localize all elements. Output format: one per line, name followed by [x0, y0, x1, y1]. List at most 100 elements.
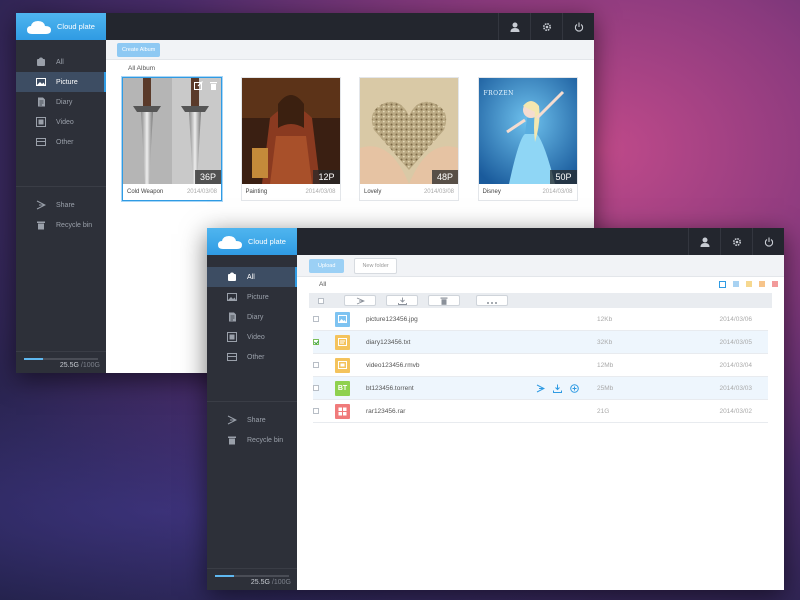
- user-button[interactable]: [688, 228, 720, 255]
- user-button[interactable]: [498, 13, 530, 40]
- album-card-painting[interactable]: 12P Painting 2014/03/08: [240, 77, 341, 201]
- sidebar-item-all[interactable]: All: [207, 267, 297, 287]
- delete-selected-button[interactable]: [428, 295, 460, 306]
- video-icon: [227, 332, 237, 342]
- share-icon[interactable]: [535, 383, 545, 393]
- sidebar-item-share[interactable]: Share: [16, 195, 106, 215]
- view-option-4[interactable]: [759, 281, 765, 287]
- settings-button[interactable]: [720, 228, 752, 255]
- sidebar-item-picture[interactable]: Picture: [207, 287, 297, 307]
- file-manager-window: Cloud plate All Picture Diary Video Othe…: [207, 228, 784, 590]
- more-icon: [486, 292, 498, 310]
- download-icon[interactable]: [552, 383, 562, 393]
- sidebar: Cloud plate All Picture Diary Video Othe…: [207, 228, 297, 590]
- album-card-lovely[interactable]: 48P Lovely 2014/03/08: [359, 77, 459, 201]
- logo-text: Cloud plate: [57, 22, 95, 31]
- sidebar-item-other[interactable]: Other: [16, 132, 106, 152]
- archive-file-icon: [335, 403, 350, 419]
- diary-icon: [36, 97, 46, 107]
- power-button[interactable]: [752, 228, 784, 255]
- sidebar-item-label: Picture: [247, 293, 269, 301]
- file-size: 12Kb: [597, 315, 613, 323]
- storage-bar: [215, 575, 289, 577]
- row-checkbox[interactable]: [313, 339, 319, 345]
- view-option-3[interactable]: [746, 281, 752, 287]
- sidebar-nav: All Picture Diary Video Other Share Recy…: [16, 52, 106, 235]
- all-files-icon: [36, 57, 46, 67]
- add-circle-icon[interactable]: [569, 383, 579, 393]
- settings-button[interactable]: [530, 13, 562, 40]
- trash-icon: [36, 220, 46, 230]
- table-row[interactable]: video123456.rmvb 12Mb 2014/03/04: [313, 354, 768, 377]
- divider: [16, 186, 106, 187]
- sidebar-item-label: Picture: [56, 78, 78, 86]
- album-card-cold-weapon[interactable]: 36P Cold Weapon 2014/03/08: [122, 77, 222, 201]
- album-name: Disney: [482, 189, 501, 195]
- download-selected-button[interactable]: [386, 295, 418, 306]
- view-switcher: [712, 280, 778, 288]
- upload-button[interactable]: Upload: [309, 258, 345, 273]
- file-name: rar123456.rar: [366, 407, 406, 415]
- storage-text: 25.5G /100G: [251, 579, 291, 586]
- select-all-checkbox[interactable]: [318, 297, 324, 304]
- view-option-1[interactable]: [719, 280, 726, 288]
- topbar: [106, 13, 594, 40]
- row-checkbox[interactable]: [313, 316, 319, 322]
- more-actions-button[interactable]: [476, 295, 508, 306]
- delete-icon[interactable]: [207, 80, 219, 90]
- edit-icon[interactable]: [192, 80, 204, 90]
- sidebar-item-all[interactable]: All: [16, 52, 106, 72]
- view-option-2[interactable]: [733, 281, 739, 287]
- row-checkbox[interactable]: [313, 385, 319, 391]
- row-actions: [535, 383, 586, 393]
- picture-icon: [227, 292, 237, 302]
- table-row[interactable]: rar123456.rar 21G 2014/03/02: [313, 400, 768, 423]
- section-title: All Album: [128, 65, 156, 72]
- file-size: 12Mb: [597, 361, 614, 369]
- album-card-disney[interactable]: FROZEN 50P Disney 2014/03/08: [477, 77, 578, 201]
- sidebar-item-diary[interactable]: Diary: [207, 307, 297, 327]
- logo[interactable]: Cloud plate: [207, 228, 297, 255]
- share-selected-button[interactable]: [344, 295, 376, 306]
- album-actions: [189, 80, 219, 90]
- new-folder-button[interactable]: New folder: [354, 257, 397, 274]
- album-thumbnail: 36P: [123, 78, 221, 184]
- row-checkbox[interactable]: [313, 408, 319, 414]
- album-thumbnail: 48P: [360, 78, 458, 184]
- album-name: Cold Weapon: [127, 189, 164, 195]
- album-thumbnail: 12P: [241, 78, 340, 184]
- power-icon: [574, 22, 584, 32]
- album-grid: 36P Cold Weapon 2014/03/08 12P Painting …: [122, 77, 594, 201]
- album-name: Painting: [245, 189, 268, 195]
- table-row[interactable]: picture123456.jpg 12Kb 2014/03/06: [313, 308, 768, 331]
- sidebar-item-share[interactable]: Share: [207, 410, 297, 430]
- view-option-5[interactable]: [772, 281, 778, 287]
- album-date: 2014/03/08: [423, 189, 454, 195]
- logo[interactable]: Cloud plate: [16, 13, 106, 40]
- create-album-button[interactable]: Create Album: [117, 42, 161, 57]
- table-row[interactable]: diary123456.txt 32Kb 2014/03/05: [313, 331, 768, 354]
- sidebar-item-label: Diary: [247, 313, 264, 321]
- sidebar-item-label: Video: [247, 333, 265, 341]
- video-file-icon: [335, 357, 350, 373]
- row-checkbox[interactable]: [313, 362, 319, 368]
- table-row[interactable]: BT bt123456.torrent 25Mb 2014/03/03: [313, 377, 768, 400]
- storage-bar-fill: [24, 358, 43, 360]
- sidebar-item-picture[interactable]: Picture: [16, 72, 106, 92]
- album-toolbar: Create Album: [106, 40, 594, 60]
- storage-total: /100G: [269, 579, 291, 586]
- sidebar-item-label: All: [247, 273, 255, 281]
- sidebar-item-other[interactable]: Other: [207, 347, 297, 367]
- sidebar-item-recycle-bin[interactable]: Recycle bin: [207, 430, 297, 450]
- power-button[interactable]: [562, 13, 594, 40]
- picture-icon: [36, 77, 46, 87]
- storage-text: 25.5G /100G: [60, 362, 100, 369]
- photo-count: 36P: [194, 170, 221, 184]
- sidebar-item-recycle-bin[interactable]: Recycle bin: [16, 215, 106, 235]
- sidebar-item-video[interactable]: Video: [207, 327, 297, 347]
- sidebar-nav: All Picture Diary Video Other Share Recy…: [207, 267, 297, 450]
- sidebar-item-video[interactable]: Video: [16, 112, 106, 132]
- sidebar-item-diary[interactable]: Diary: [16, 92, 106, 112]
- other-icon: [227, 352, 237, 362]
- gear-icon: [542, 22, 552, 32]
